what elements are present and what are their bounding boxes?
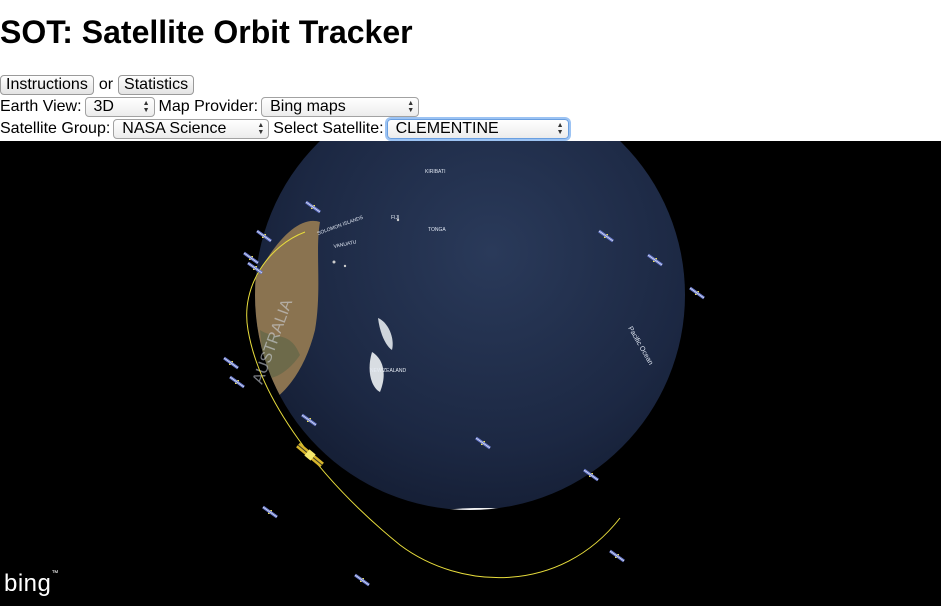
select-arrows-icon: ▲ ▼ bbox=[142, 100, 150, 114]
earth-view-select[interactable]: 3D ▲ ▼ bbox=[84, 97, 155, 117]
map-provider-label: Map Provider: bbox=[158, 98, 259, 115]
satellite-group-value: NASA Science bbox=[122, 120, 227, 137]
select-satellite-label: Select Satellite: bbox=[273, 120, 384, 137]
satellite-icon[interactable] bbox=[608, 549, 626, 563]
earth-view-value: 3D bbox=[93, 98, 114, 115]
satellite-icon[interactable] bbox=[261, 505, 279, 519]
label-tonga: TONGA bbox=[428, 227, 446, 233]
satellite-group-label: Satellite Group: bbox=[0, 120, 111, 137]
satellite-icon[interactable] bbox=[222, 356, 240, 370]
select-arrows-icon: ▲ ▼ bbox=[556, 122, 564, 136]
earth-view-label: Earth View: bbox=[0, 98, 82, 115]
map-provider-select[interactable]: Bing maps ▲ ▼ bbox=[261, 97, 420, 117]
satellite-icon[interactable] bbox=[242, 251, 260, 265]
selected-satellite-icon[interactable] bbox=[296, 442, 324, 468]
label-kiribati: KIRIBATI bbox=[425, 169, 445, 175]
nav-row: Instructions or Statistics bbox=[0, 74, 195, 96]
satellite-select[interactable]: CLEMENTINE ▲ ▼ bbox=[386, 119, 569, 139]
satellite-controls-row: Satellite Group: NASA Science ▲ ▼ Select … bbox=[0, 118, 573, 140]
instructions-button[interactable]: Instructions bbox=[0, 75, 94, 95]
earth-globe bbox=[255, 141, 685, 510]
select-arrows-icon: ▲ ▼ bbox=[257, 122, 265, 136]
or-text: or bbox=[98, 76, 114, 93]
satellite-icon[interactable] bbox=[353, 573, 371, 587]
globe-canvas[interactable]: KIRIBATI SOLOMON ISLANDS VANUATU FIJI TO… bbox=[0, 141, 941, 606]
page-title: SOT: Satellite Orbit Tracker bbox=[0, 14, 413, 50]
view-controls-row: Earth View: 3D ▲ ▼ Map Provider: Bing map… bbox=[0, 96, 423, 118]
bing-logo: bing™ bbox=[4, 570, 59, 597]
map-provider-value: Bing maps bbox=[270, 98, 346, 115]
select-arrows-icon: ▲ ▼ bbox=[407, 100, 415, 114]
satellite-icon[interactable] bbox=[228, 375, 246, 389]
statistics-button[interactable]: Statistics bbox=[118, 75, 195, 95]
satellite-group-select[interactable]: NASA Science ▲ ▼ bbox=[113, 119, 270, 139]
globe-view[interactable]: KIRIBATI SOLOMON ISLANDS VANUATU FIJI TO… bbox=[0, 141, 941, 606]
satellite-icon[interactable] bbox=[688, 286, 706, 300]
label-new-zealand: NEW ZEALAND bbox=[370, 368, 407, 374]
satellite-value: CLEMENTINE bbox=[395, 120, 499, 137]
label-fiji: FIJI bbox=[391, 215, 399, 221]
